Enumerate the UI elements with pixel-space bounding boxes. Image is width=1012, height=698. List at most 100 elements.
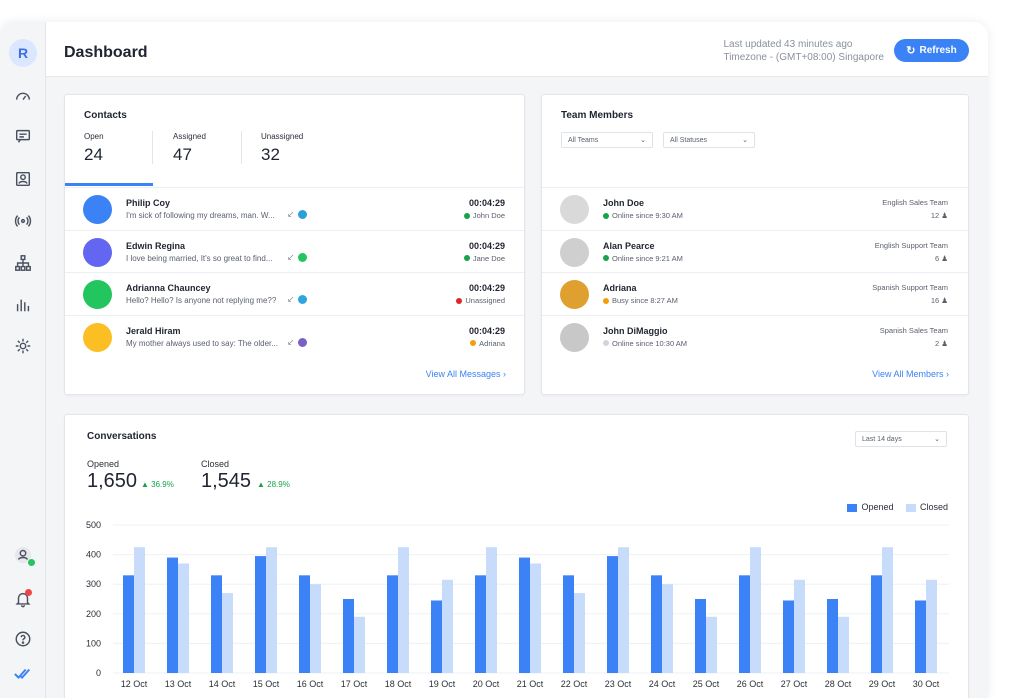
member-status-text: Online since 9:21 AM — [612, 253, 683, 263]
workflow-icon[interactable] — [13, 253, 33, 273]
agent-status-dot — [463, 212, 470, 219]
tab-unassigned-count: 32 — [261, 145, 280, 164]
contact-wait-time: 00:04:29 — [468, 240, 505, 251]
sidebar: R — [0, 22, 46, 698]
broadcast-icon[interactable] — [13, 211, 33, 231]
contact-wait-time: 00:04:29 — [468, 198, 505, 208]
x-tick-label: 22 Oct — [561, 679, 588, 689]
member-chat-count: 16 ♟ — [931, 296, 948, 305]
bar-opened — [519, 557, 530, 673]
agent-name: Unassigned — [465, 296, 505, 305]
x-tick-label: 26 Oct — [737, 679, 764, 689]
contact-avatar — [83, 280, 112, 309]
agent-name: Jane Doe — [472, 253, 505, 263]
profile-icon[interactable] — [13, 545, 35, 566]
x-tick-label: 29 Oct — [869, 679, 896, 689]
x-tick-label: 15 Oct — [253, 679, 280, 689]
member-chat-count: 2 ♟ — [935, 339, 948, 348]
settings-icon[interactable] — [13, 336, 33, 356]
contact-agent: John Doe — [463, 211, 505, 220]
channel-icon — [297, 210, 307, 219]
member-team: Spanish Support Team — [872, 283, 948, 292]
tab-assigned-count: 47 — [173, 145, 192, 164]
contacts-icon[interactable] — [13, 169, 33, 189]
incoming-arrow-icon: ↙ — [287, 209, 295, 219]
x-tick-label: 24 Oct — [649, 679, 676, 689]
tab-unassigned[interactable]: Unassigned 32 — [261, 132, 303, 165]
active-tab-indicator — [65, 183, 153, 186]
dashboard-icon[interactable] — [13, 86, 33, 106]
channel-icon — [297, 252, 307, 262]
view-all-members-link[interactable]: View All Members › — [872, 369, 949, 379]
refresh-button[interactable]: ↻ Refresh — [894, 39, 969, 62]
team-members-title: Team Members — [561, 110, 634, 121]
view-all-messages-link[interactable]: View All Messages › — [426, 369, 506, 379]
tab-open-count: 24 — [84, 145, 103, 164]
user-avatar[interactable]: R — [9, 39, 37, 67]
member-chat-count: 12 ♟ — [931, 211, 948, 220]
bar-opened — [475, 575, 486, 673]
contact-avatar — [83, 322, 112, 352]
statuses-filter-value: All Statuses — [670, 136, 707, 144]
bar-closed — [134, 547, 145, 673]
y-tick-label: 200 — [86, 609, 101, 619]
agent-name: John Doe — [472, 211, 505, 220]
bar-closed — [838, 616, 849, 673]
notifications-icon[interactable] — [13, 589, 33, 609]
contact-row[interactable]: Adrianna Chauncey Hello? Hello? Is anyone… — [65, 272, 524, 314]
contact-row[interactable]: Edwin Regina I love being married, It's s… — [65, 229, 524, 272]
member-status: Online since 9:21 AM — [603, 254, 683, 263]
teams-filter-dropdown[interactable]: All Teams ⌄ — [561, 132, 653, 148]
member-count-value: 12 — [930, 211, 940, 220]
bar-opened — [739, 575, 750, 673]
contact-channel: ↙ — [287, 337, 307, 348]
y-tick-label: 400 — [86, 550, 101, 560]
conversations-bar-chart: 0 100 200 300 400 500 12 Oct 13 Oct 14 Oct 15 Oct… — [86, 520, 949, 689]
channel-icon — [297, 337, 307, 347]
contact-avatar — [83, 195, 112, 224]
member-status-text: Online since 9:30 AM — [612, 211, 683, 220]
contact-name: Jerald Hiram — [126, 325, 181, 336]
bar-opened — [211, 575, 222, 673]
member-row[interactable]: Alan Pearce Online since 9:21 AM English S… — [542, 229, 968, 272]
team-members-card: Team Members All Teams ⌄ All Statuses ⌄ Jo… — [541, 94, 969, 395]
contact-row[interactable]: Jerald Hiram My mother always used to say… — [65, 314, 524, 357]
reports-icon[interactable] — [13, 295, 33, 315]
tab-open[interactable]: Open 24 — [84, 132, 104, 165]
timezone-text: Timezone - (GMT+08:00) Singapore — [723, 52, 884, 63]
messages-icon[interactable] — [13, 126, 33, 146]
bar-opened — [915, 600, 926, 673]
member-count-value: 2 — [935, 338, 940, 348]
conversations-card: Conversations Last 14 days ⌄ Opened 1,650… — [64, 414, 969, 698]
x-tick-label: 14 Oct — [209, 679, 236, 689]
x-tick-label: 19 Oct — [429, 679, 456, 689]
contact-agent: Unassigned — [456, 296, 505, 305]
member-chat-count: 6 ♟ — [935, 254, 948, 263]
member-row[interactable]: John DiMaggio Online since 10:30 AM Spanis… — [542, 314, 968, 357]
member-status-text: Busy since 8:27 AM — [612, 296, 678, 305]
contact-message-preview: I'm sick of following my dreams, man. W.… — [126, 211, 275, 220]
member-avatar — [560, 322, 589, 352]
contacts-card: Contacts Open 24 Assigned 47 Unassigned … — [64, 94, 525, 395]
bar-opened — [343, 599, 354, 673]
brand-logo-icon — [13, 664, 33, 684]
member-row[interactable]: Adriana Busy since 8:27 AM Spanish Support… — [542, 272, 968, 314]
member-row[interactable]: John Doe Online since 9:30 AM English Sale… — [542, 187, 968, 229]
x-tick-label: 20 Oct — [473, 679, 500, 689]
incoming-arrow-icon: ↙ — [287, 251, 295, 262]
bar-opened — [651, 575, 662, 673]
notification-badge — [25, 589, 32, 596]
member-status-dot — [603, 212, 609, 219]
online-status-dot — [28, 559, 35, 566]
x-tick-label: 21 Oct — [517, 679, 544, 689]
teams-filter-value: All Teams — [568, 136, 599, 144]
contact-row[interactable]: Philip Coy I'm sick of following my dream… — [65, 187, 524, 229]
contact-channel: ↙ — [287, 294, 307, 305]
statuses-filter-dropdown[interactable]: All Statuses ⌄ — [663, 132, 755, 148]
help-icon[interactable] — [13, 629, 33, 649]
tab-assigned[interactable]: Assigned 47 — [173, 132, 206, 165]
page-title: Dashboard — [64, 44, 148, 61]
x-tick-label: 27 Oct — [781, 679, 808, 689]
bar-closed — [794, 579, 805, 673]
person-icon: ♟ — [941, 253, 948, 263]
